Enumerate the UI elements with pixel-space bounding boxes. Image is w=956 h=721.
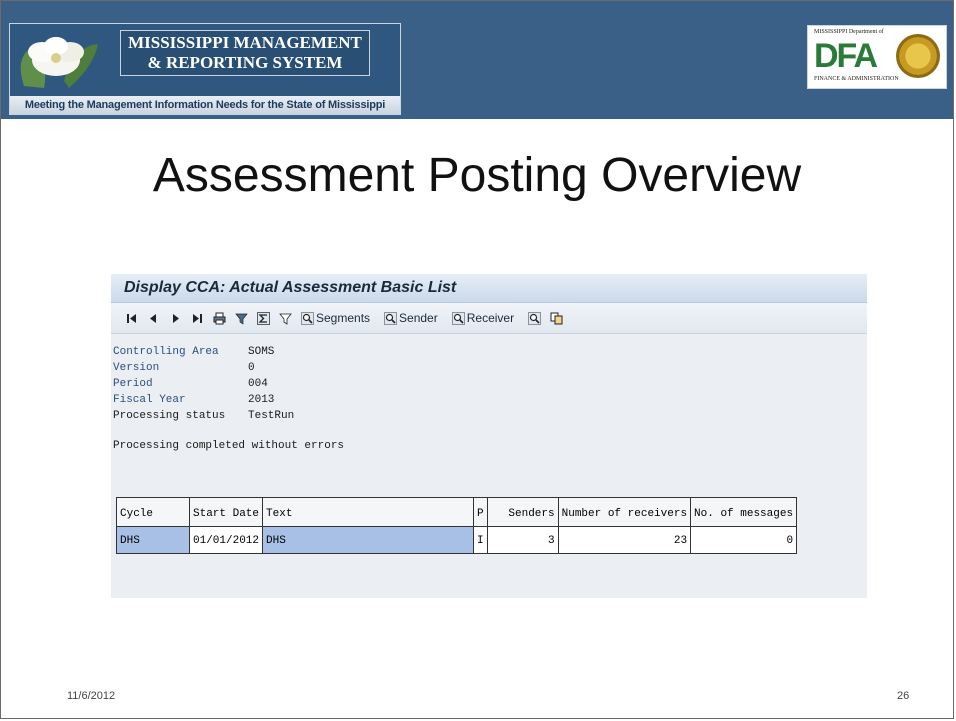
sender-button[interactable]: Sender	[384, 311, 438, 325]
mmrs-title-line1: MISSISSIPPI MANAGEMENT	[128, 33, 362, 52]
column-header-text[interactable]: Text	[262, 497, 475, 527]
magnifier-icon	[384, 311, 397, 325]
sap-screen: Display CCA: Actual Assessment Basic Lis…	[111, 274, 867, 598]
copy-icon[interactable]	[550, 312, 563, 325]
cell-senders[interactable]: 3	[486, 526, 559, 554]
info-value: 004	[248, 378, 268, 390]
column-header-p[interactable]: P	[473, 497, 488, 527]
print-icon[interactable]	[213, 312, 226, 325]
info-label: Period	[113, 378, 153, 390]
info-row: Processing status TestRun	[113, 408, 867, 424]
detail-icon[interactable]	[528, 311, 541, 325]
dfa-logo: MISSISSIPPI Department of DFA FINANCE & …	[807, 25, 947, 89]
mmrs-title-line2: & REPORTING SYSTEM	[147, 53, 343, 72]
segments-label: Segments	[316, 311, 371, 325]
info-value: 2013	[248, 394, 275, 406]
info-row: Version 0	[113, 360, 867, 376]
table-row[interactable]: DHS 01/01/2012 DHS I 3 23 0	[116, 526, 798, 554]
magnifier-icon	[451, 311, 465, 325]
segments-button[interactable]: Segments	[301, 311, 370, 325]
column-header-start-date[interactable]: Start Date	[188, 497, 264, 527]
info-label: Fiscal Year	[113, 394, 186, 406]
cell-receivers[interactable]: 23	[557, 526, 692, 554]
info-label: Version	[113, 362, 160, 374]
sum-icon[interactable]	[257, 311, 270, 325]
cell-p[interactable]: I	[473, 526, 488, 554]
cell-start-date[interactable]: 01/01/2012	[188, 526, 264, 554]
magnifier-icon	[301, 311, 314, 325]
mmrs-logo: MISSISSIPPI MANAGEMENT & REPORTING SYSTE…	[9, 23, 401, 115]
sender-label: Sender	[399, 311, 438, 325]
slide-title: Assessment Posting Overview	[152, 149, 802, 202]
header-bar: MISSISSIPPI MANAGEMENT & REPORTING SYSTE…	[1, 1, 953, 119]
previous-page-icon[interactable]	[147, 312, 160, 325]
cell-messages[interactable]: 0	[690, 526, 798, 554]
info-value: TestRun	[248, 410, 295, 422]
table-header-row: Cycle Start Date Text P Senders Number o…	[116, 497, 798, 527]
info-row: Fiscal Year 2013	[113, 392, 867, 408]
next-page-icon[interactable]	[169, 312, 182, 325]
info-value: 0	[248, 362, 255, 374]
sap-toolbar: Segments Sender Receiver	[111, 303, 867, 334]
dfa-dept-text: MISSISSIPPI Department of	[814, 29, 884, 35]
info-value: SOMS	[248, 346, 275, 358]
selection-info: Controlling Area SOMS Version 0 Period 004 …	[111, 334, 867, 454]
last-page-icon[interactable]	[191, 312, 204, 325]
magnolia-icon	[20, 37, 98, 88]
receiver-label: Receiver	[466, 311, 515, 325]
first-page-icon[interactable]	[125, 312, 138, 325]
slide: MISSISSIPPI MANAGEMENT & REPORTING SYSTE…	[0, 0, 954, 719]
set-filter-icon[interactable]	[279, 312, 292, 325]
cell-text[interactable]: DHS	[262, 526, 475, 554]
mmrs-title: MISSISSIPPI MANAGEMENT & REPORTING SYSTE…	[120, 30, 370, 76]
slide-date: 11/6/2012	[67, 690, 116, 702]
sap-window-title: Display CCA: Actual Assessment Basic Lis…	[124, 279, 457, 296]
assessment-table: Cycle Start Date Text P Senders Number o…	[116, 497, 798, 554]
info-row: Controlling Area SOMS	[113, 344, 867, 360]
receiver-button[interactable]: Receiver	[451, 311, 515, 325]
state-seal-icon	[896, 34, 940, 78]
cell-cycle[interactable]: DHS	[116, 526, 190, 554]
sap-title-bar: Display CCA: Actual Assessment Basic Lis…	[111, 274, 867, 303]
column-header-messages[interactable]: No. of messages	[690, 497, 798, 527]
filter-icon[interactable]	[235, 312, 248, 325]
dfa-letters: DFA	[814, 37, 878, 75]
mmrs-tagline: Meeting the Management Information Needs…	[10, 96, 400, 114]
info-row: Period 004	[113, 376, 867, 392]
slide-page-number: 26	[897, 690, 910, 702]
status-message: Processing completed without errors	[113, 440, 345, 452]
info-label: Processing status	[113, 410, 226, 422]
column-header-cycle[interactable]: Cycle	[116, 497, 190, 527]
column-header-receivers[interactable]: Number of receivers	[557, 497, 692, 527]
dfa-name-text: FINANCE & ADMINISTRATION	[814, 76, 899, 82]
info-label: Controlling Area	[113, 346, 219, 358]
column-header-senders[interactable]: Senders	[486, 497, 559, 527]
